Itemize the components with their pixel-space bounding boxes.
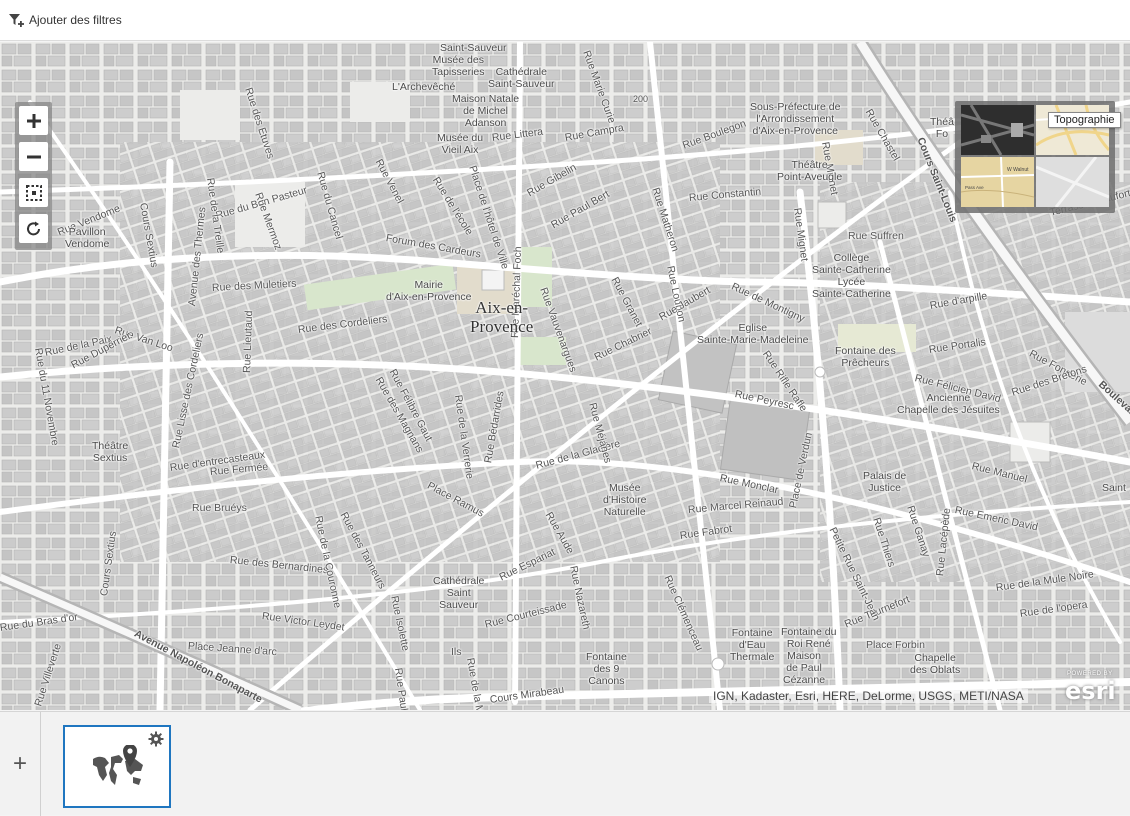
street-label: Rue Lieutaud — [241, 310, 256, 374]
poi-label: Pavillon Vendome — [65, 226, 110, 250]
zoom-in-button[interactable] — [19, 106, 48, 135]
add-widget-button[interactable]: + — [0, 712, 41, 816]
topo-thumbnail: W Walnut Pass Ave — [961, 157, 1034, 207]
esri-wordmark: esri — [1065, 677, 1116, 705]
gray-thumbnail — [1036, 157, 1109, 207]
top-toolbar: Ajouter des filtres — [0, 0, 1130, 41]
city-label: Aix-en- Provence — [470, 298, 534, 336]
widget-panel: + — [0, 711, 1130, 816]
poi-label: Musée du Vieil Aix — [437, 132, 484, 156]
street-label: Place Forbin — [866, 639, 925, 651]
poi-label: Cathédrale Saint Sauveur — [433, 575, 485, 611]
poi-label: Maison Natale de Michel Adanson — [452, 93, 520, 129]
street-label: Rue Suffren — [848, 230, 904, 242]
poi-label: Fontaine du Roi René — [781, 626, 837, 650]
map-nav-controls — [15, 102, 52, 250]
refresh-icon — [26, 221, 40, 235]
poi-label: Chapelle des Oblats — [910, 652, 961, 676]
map-view[interactable]: Rue des Etuves Rue Vendome Rue du Bon Pa… — [0, 42, 1130, 710]
map-elevation-label: 200 — [633, 94, 649, 104]
basemap-thumb-topo[interactable]: W Walnut Pass Ave — [961, 157, 1034, 207]
basemap-thumb-imagery[interactable] — [961, 105, 1034, 155]
street-label: Ils — [451, 646, 462, 658]
poi-label: Palais de Justice — [863, 470, 907, 494]
esri-logo[interactable]: POWERED BY esri — [1063, 671, 1123, 705]
basemap-tooltip: Topographie — [1048, 112, 1121, 128]
poi-label: Musée des Tapisseries — [432, 54, 485, 78]
poi-label: L'Archevêché — [392, 81, 456, 93]
minus-icon — [26, 155, 41, 158]
poi-label: Fontaine des 9 Canons — [586, 651, 627, 687]
poi-label: Mairie d'Aix-en-Provence — [386, 279, 472, 303]
gear-icon[interactable] — [148, 731, 164, 747]
poi-label: Théâtre Sextius — [92, 440, 129, 464]
topo-thumb-text: W Walnut — [1007, 167, 1029, 173]
add-filters-button[interactable]: Ajouter des filtres — [8, 10, 122, 30]
reset-view-button[interactable] — [19, 214, 48, 243]
poi-label: Fontaine d'Eau Thermale — [730, 627, 775, 663]
dashed-square-icon — [25, 184, 42, 201]
world-map-pin-icon — [93, 745, 143, 785]
poi-label: Collège Sainte-Catherine Lycée Sainte-Ca… — [812, 252, 891, 300]
poi-label: Ancienne Chapelle des Jésuites — [897, 392, 1000, 416]
box-select-button[interactable] — [19, 178, 48, 207]
poi-label: Musée d'Histoire Naturelle — [603, 482, 647, 518]
zoom-out-button[interactable] — [19, 142, 48, 171]
poi-label: Sous-Préfecture de l'Arrondissement d'Ai… — [750, 101, 841, 137]
street-label: Rue Bruéys — [192, 502, 247, 514]
basemap-thumb-gray[interactable] — [1036, 157, 1109, 207]
poi-label: Théâtre Point-Aveugle — [777, 159, 843, 183]
filter-plus-icon — [9, 14, 24, 27]
imagery-thumbnail — [961, 105, 1034, 155]
poi-label: Fontaine des Prêcheurs — [835, 345, 896, 369]
poi-label: Saint-Sauveur — [440, 42, 507, 54]
poi-label: Eglise Sainte-Marie-Madeleine — [697, 322, 809, 346]
topo-thumb-text2: Pass Ave — [965, 185, 984, 190]
poi-label: Théâ Fo — [930, 116, 954, 140]
plus-icon — [26, 113, 41, 128]
map-attribution: IGN, Kadaster, Esri, HERE, DeLorme, USGS… — [709, 689, 1028, 703]
add-filters-label: Ajouter des filtres — [29, 13, 122, 27]
poi-label: Maison de Paul Cézanne — [783, 650, 826, 686]
map-widget-card[interactable] — [63, 725, 171, 808]
poi-label: Saint — [1102, 482, 1126, 494]
poi-label: Cathédrale Saint-Sauveur — [488, 66, 555, 90]
